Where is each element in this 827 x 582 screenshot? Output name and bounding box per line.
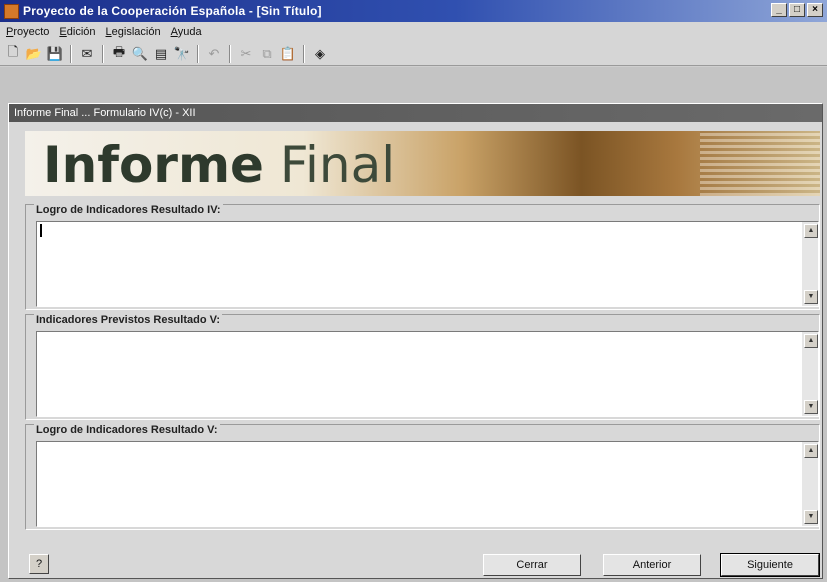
siguiente-button[interactable]: Siguiente — [720, 553, 820, 577]
banner-image — [700, 131, 820, 196]
logro-v-textarea[interactable]: ▲ ▼ — [36, 441, 819, 527]
previstos-v-textarea[interactable]: ▲ ▼ — [36, 331, 819, 417]
app-icon — [4, 3, 19, 19]
section-label: Logro de Indicadores Resultado IV: — [34, 204, 223, 216]
find-icon[interactable]: 🔭 — [173, 45, 191, 63]
scroll-down-icon[interactable]: ▼ — [804, 290, 818, 304]
minimize-button[interactable]: _ — [771, 3, 787, 17]
vertical-scrollbar[interactable]: ▲ ▼ — [802, 222, 818, 306]
new-document-icon[interactable]: 🗋 — [4, 44, 22, 63]
scroll-down-icon[interactable]: ▼ — [804, 510, 818, 524]
banner-title-word2: Final — [279, 136, 396, 194]
print-icon[interactable]: 🖶 — [110, 44, 128, 63]
cerrar-button[interactable]: Cerrar — [483, 554, 581, 576]
open-folder-icon[interactable]: 📂 — [25, 45, 43, 63]
scroll-up-icon[interactable]: ▲ — [804, 224, 818, 238]
scroll-up-icon[interactable]: ▲ — [804, 444, 818, 458]
banner-title: Informe Final — [43, 135, 395, 195]
form-button-bar: ? Cerrar Anterior Siguiente — [25, 551, 820, 577]
maximize-button[interactable]: □ — [789, 3, 805, 17]
vertical-scrollbar[interactable]: ▲ ▼ — [802, 442, 818, 526]
section-logro-iv: Logro de Indicadores Resultado IV: ▲ ▼ — [25, 204, 820, 310]
print-preview-icon[interactable]: 🔍 — [131, 45, 149, 63]
toolbar-separator — [229, 44, 231, 63]
book-icon[interactable]: ◈ — [311, 45, 329, 63]
toolbar: 🗋 📂 💾 ✉ 🖶 🔍 ▤ 🔭 ↶ ✂ ⧉ 📋 ◈ — [0, 42, 827, 66]
toolbar-separator — [303, 44, 305, 63]
toolbar-separator — [70, 44, 72, 63]
paste-icon[interactable]: 📋 — [279, 45, 297, 63]
menubar: Proyecto Edición Legislación Ayuda — [0, 22, 827, 42]
vertical-scrollbar[interactable]: ▲ ▼ — [802, 332, 818, 416]
section-previstos-v: Indicadores Previstos Resultado V: ▲ ▼ — [25, 314, 820, 420]
window-controls: _ □ × — [771, 3, 823, 17]
help-icon[interactable]: ? — [29, 554, 49, 574]
anterior-button[interactable]: Anterior — [603, 554, 701, 576]
form-window: Informe Final ... Formulario IV(c) - XII… — [8, 103, 823, 579]
app-titlebar[interactable]: Proyecto de la Cooperación Española - [S… — [0, 0, 827, 22]
menu-edicion[interactable]: Edición — [59, 26, 95, 38]
section-logro-v: Logro de Indicadores Resultado V: ▲ ▼ — [25, 424, 820, 530]
menu-legislacion[interactable]: Legislación — [106, 26, 161, 38]
section-label: Logro de Indicadores Resultado V: — [34, 424, 220, 436]
toolbar-separator — [102, 44, 104, 63]
scroll-down-icon[interactable]: ▼ — [804, 400, 818, 414]
cut-icon[interactable]: ✂ — [237, 45, 255, 63]
section-label: Indicadores Previstos Resultado V: — [34, 314, 223, 326]
report-banner: Informe Final — [25, 131, 820, 196]
close-window-button[interactable]: × — [807, 3, 823, 17]
form-window-title[interactable]: Informe Final ... Formulario IV(c) - XII — [9, 104, 822, 122]
copy-icon[interactable]: ⧉ — [258, 45, 276, 63]
undo-icon[interactable]: ↶ — [205, 45, 223, 63]
mdi-workspace: Informe Final ... Formulario IV(c) - XII… — [0, 67, 827, 582]
scroll-up-icon[interactable]: ▲ — [804, 334, 818, 348]
toolbar-separator — [197, 44, 199, 63]
text-caret — [40, 224, 42, 237]
menu-proyecto[interactable]: Proyecto — [6, 26, 49, 38]
logro-iv-textarea[interactable]: ▲ ▼ — [36, 221, 819, 307]
menu-ayuda[interactable]: Ayuda — [171, 26, 202, 38]
mail-icon[interactable]: ✉ — [78, 45, 96, 63]
app-title: Proyecto de la Cooperación Española - [S… — [23, 4, 322, 18]
save-icon[interactable]: 💾 — [46, 45, 64, 63]
banner-title-word1: Informe — [43, 136, 264, 194]
page-setup-icon[interactable]: ▤ — [152, 45, 170, 63]
